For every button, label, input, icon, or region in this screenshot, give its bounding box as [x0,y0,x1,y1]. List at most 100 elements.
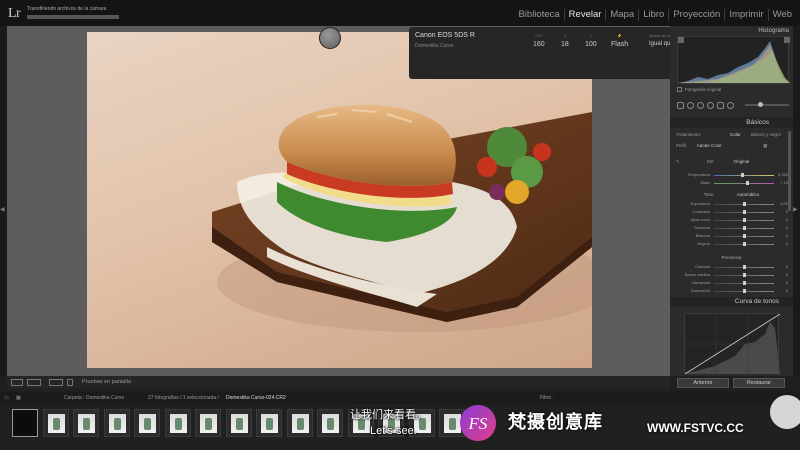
reset-button[interactable]: Restaurar [733,378,785,388]
filmstrip-thumbnail[interactable] [73,409,99,437]
eyedropper-icon[interactable]: ✎ [676,159,680,164]
watermark-url: WWW.FSTVC.CC [647,421,744,435]
module-biblioteca[interactable]: Biblioteca [514,9,563,21]
slider-row[interactable]: Altas luces 0 [676,217,788,223]
secondary-window-icon[interactable]: ▭ [4,395,9,401]
tint-value[interactable]: + 10 [770,180,788,185]
slider-value[interactable]: 0,00 [776,201,788,206]
slider-value[interactable]: 0 [776,264,788,269]
filmstrip-file[interactable]: Domestika Curso-024.CR2 [226,395,286,401]
filmstrip-folder[interactable]: Carpeta : Domestika Curso [64,395,124,401]
previous-button[interactable]: Anterior [677,378,729,388]
flash-value: Flash [611,41,629,48]
shutter-value: 100 [585,41,597,48]
tint-slider-row[interactable]: Matiz + 10 [676,180,788,186]
slider-thumb[interactable] [743,265,746,269]
crop-tool-icon[interactable] [687,101,694,109]
profile-browser-icon[interactable]: ▦ [763,143,767,148]
slider-row[interactable]: Claridad 0 [676,264,788,270]
module-imprimir[interactable]: Imprimir [724,9,767,21]
tint-thumb[interactable] [746,181,749,185]
slider-thumb[interactable] [743,289,746,293]
filmstrip-thumbnail[interactable] [225,409,252,437]
slider-thumb[interactable] [743,226,746,230]
main-photo[interactable] [87,32,592,368]
slider-row[interactable]: Blancos 0 [676,233,788,239]
filmstrip-thumbnail[interactable] [317,409,343,437]
grid-tool-icon[interactable] [677,101,684,109]
slider-label: Saturación [690,288,710,293]
treatment-bw-option[interactable]: Blanco y negro [751,130,781,140]
soft-proof-checkbox[interactable] [67,379,73,386]
filmstrip-thumbnail[interactable] [42,409,69,437]
slider-row[interactable]: Borrar neblina 0 [676,272,788,278]
filmstrip-thumbnail[interactable] [256,409,282,437]
treatment-row: Tratamiento: Color Blanco y negro [676,130,788,140]
red-eye-icon[interactable] [707,101,714,109]
filmstrip-thumbnail[interactable] [12,409,38,437]
temperature-value[interactable]: 6.250 [770,172,788,177]
slider-value[interactable]: 0 [776,217,788,222]
temperature-thumb[interactable] [741,173,744,177]
spot-removal-icon[interactable] [697,101,704,109]
slider-thumb[interactable] [743,273,746,277]
slider-value[interactable]: 0 [776,225,788,230]
slider-thumb[interactable] [743,218,746,222]
slider-thumb[interactable] [743,210,746,214]
filmstrip-thumbnail[interactable] [195,409,221,437]
slider-label: Altas luces [690,217,710,222]
camera-dial-knob[interactable] [319,27,341,49]
slider-value[interactable]: 0 [776,280,788,285]
filmstrip-thumbnail[interactable] [134,409,160,437]
loupe-view-icon[interactable] [11,379,23,386]
camera-model: Canon EOS 5DS R [415,32,475,39]
radial-filter-icon[interactable] [727,101,734,109]
treatment-color-option[interactable]: Color [730,130,741,140]
slider-value[interactable]: 0 [776,272,788,277]
tone-curve-title[interactable]: Curva de tonos [670,297,793,307]
right-panel-toggle[interactable]: ▶ [793,26,800,376]
filmstrip-thumbnail[interactable] [286,409,313,437]
slider-row[interactable]: Saturación 0 [676,288,788,294]
filmstrip-thumbnail[interactable] [103,409,130,437]
slider-thumb[interactable] [743,242,746,246]
develop-right-panel: Histograma Fotografía original Básicos T… [670,26,793,376]
slider-thumb[interactable] [743,234,746,238]
brush-size-thumb[interactable] [758,102,764,107]
slider-value[interactable]: 0 [776,241,788,246]
basic-section-title[interactable]: Básicos [670,117,793,128]
slider-thumb[interactable] [743,281,746,285]
profile-value[interactable]: Adobe Color [697,143,722,148]
module-libro[interactable]: Libro [638,9,668,21]
slider-value[interactable]: 0 [776,209,788,214]
temperature-slider-row[interactable]: Temperatura 6.250 [676,172,788,178]
slider-row[interactable]: Contraste 0 [676,209,788,215]
tone-curve-graph[interactable] [684,313,781,375]
brush-size-slider[interactable] [745,102,789,107]
before-after-toggle-icon[interactable] [49,379,63,386]
tone-auto-button[interactable]: Automático [737,192,760,197]
flash-setting: ⚡ Flash [611,33,629,48]
slider-value[interactable]: 0 [776,233,788,238]
panel-scrollbar[interactable] [788,131,791,211]
before-after-icon[interactable] [27,379,41,386]
module-proyeccion[interactable]: Proyección [668,9,724,21]
slider-thumb[interactable] [743,202,746,206]
original-photo-checkbox[interactable] [677,87,682,92]
filmstrip-thumbnail[interactable] [164,409,191,437]
histogram-title[interactable]: Histograma [670,26,793,36]
slider-row[interactable]: Sombras 0 [676,225,788,231]
left-panel-toggle[interactable]: ◀ [0,26,7,376]
graduated-filter-icon[interactable] [717,101,724,109]
slider-row[interactable]: Exposición 0,00 [676,201,788,207]
slider-row[interactable]: Intensidad 0 [676,280,788,286]
original-photo-toggle[interactable]: Fotografía original [677,87,721,92]
module-web[interactable]: Web [767,9,796,21]
slider-row[interactable]: Negros 0 [676,241,788,247]
module-revelar[interactable]: Revelar [563,9,606,21]
profile-row[interactable]: Perfil: Adobe Color ▦ [676,143,767,149]
grid-icon[interactable]: ▦ [16,395,21,401]
slider-value[interactable]: 0 [776,288,788,293]
wb-value[interactable]: Original [734,159,750,164]
module-mapa[interactable]: Mapa [605,9,638,21]
